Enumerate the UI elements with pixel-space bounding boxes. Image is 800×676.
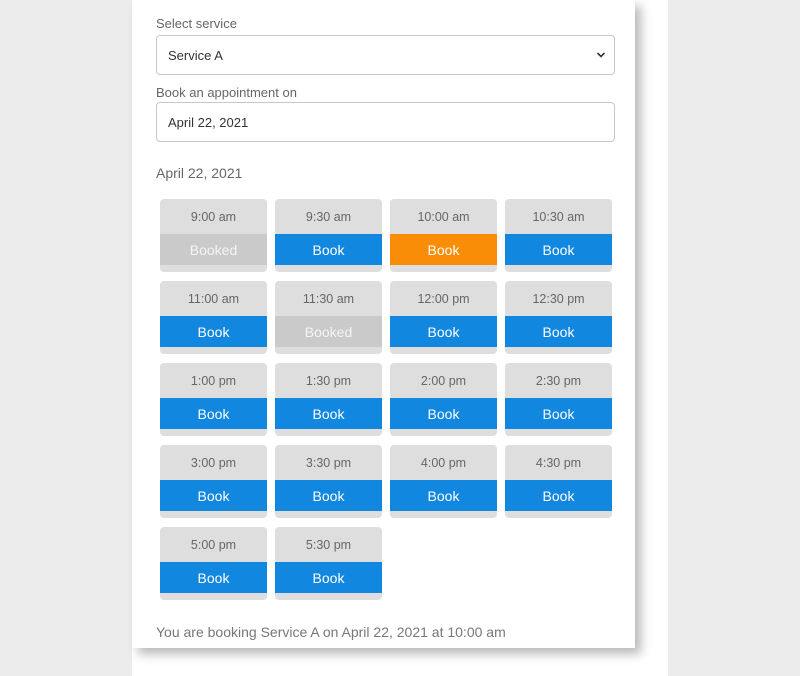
time-slot: 12:00 pm Book: [390, 281, 497, 354]
slot-time: 1:30 pm: [305, 373, 352, 388]
slot-time: 4:00 pm: [420, 455, 467, 470]
book-button[interactable]: Book: [275, 562, 382, 593]
date-label: Book an appointment on: [156, 85, 297, 100]
selected-date-heading: April 22, 2021: [156, 165, 243, 181]
slot-time: 10:30 am: [532, 209, 585, 224]
time-slot: 3:30 pm Book: [275, 445, 382, 518]
book-button[interactable]: Book: [505, 398, 612, 429]
slot-time: 11:30 am: [302, 291, 355, 306]
slot-time: 12:30 pm: [532, 291, 585, 306]
slot-time: 4:30 pm: [535, 455, 582, 470]
time-slot: 3:00 pm Book: [160, 445, 267, 518]
time-slot: 9:00 am Booked: [160, 199, 267, 272]
booking-card: Select service Service A Book an appoint…: [132, 0, 635, 648]
book-button[interactable]: Book: [275, 234, 382, 265]
time-slot: 2:30 pm Book: [505, 363, 612, 436]
time-slot: 1:30 pm Book: [275, 363, 382, 436]
book-button[interactable]: Book: [160, 562, 267, 593]
slot-time: 9:00 am: [190, 209, 237, 224]
slot-time: 5:00 pm: [190, 537, 237, 552]
slot-time: 10:00 am: [417, 209, 470, 224]
time-slot: 1:00 pm Book: [160, 363, 267, 436]
time-slot: 12:30 pm Book: [505, 281, 612, 354]
time-slot: 4:30 pm Book: [505, 445, 612, 518]
service-select-value: Service A: [168, 47, 223, 63]
time-slot: 9:30 am Book: [275, 199, 382, 272]
slot-time: 2:00 pm: [420, 373, 467, 388]
service-select[interactable]: Service A: [156, 35, 615, 75]
booked-slot-button: Booked: [160, 234, 267, 265]
time-slot: 10:00 am Book: [390, 199, 497, 272]
slot-time: 11:00 am: [187, 291, 240, 306]
time-slot: 11:30 am Booked: [275, 281, 382, 354]
slot-time: 3:00 pm: [190, 455, 237, 470]
book-button[interactable]: Book: [160, 480, 267, 511]
slot-time: 12:00 pm: [417, 291, 470, 306]
time-slot: 10:30 am Book: [505, 199, 612, 272]
date-input[interactable]: April 22, 2021: [156, 102, 615, 142]
book-button[interactable]: Book: [390, 316, 497, 347]
slot-time: 3:30 pm: [305, 455, 352, 470]
time-slot: 4:00 pm Book: [390, 445, 497, 518]
time-slot: 2:00 pm Book: [390, 363, 497, 436]
slot-time: 5:30 pm: [305, 537, 352, 552]
chevron-down-icon: [596, 52, 606, 58]
book-button[interactable]: Book: [505, 480, 612, 511]
slot-time: 1:00 pm: [190, 373, 237, 388]
book-button[interactable]: Book: [160, 398, 267, 429]
book-button[interactable]: Book: [505, 234, 612, 265]
book-button[interactable]: Book: [505, 316, 612, 347]
slot-time: 2:30 pm: [535, 373, 582, 388]
selected-book-button[interactable]: Book: [390, 234, 497, 265]
book-button[interactable]: Book: [390, 480, 497, 511]
booking-summary: You are booking Service A on April 22, 2…: [156, 624, 506, 640]
book-button[interactable]: Book: [275, 480, 382, 511]
time-slot: 5:00 pm Book: [160, 527, 267, 600]
book-button[interactable]: Book: [160, 316, 267, 347]
service-label: Select service: [156, 16, 237, 31]
date-input-value: April 22, 2021: [168, 114, 249, 130]
slot-time: 9:30 am: [305, 209, 352, 224]
booked-slot-button: Booked: [275, 316, 382, 347]
book-button[interactable]: Book: [275, 398, 382, 429]
time-slot: 11:00 am Book: [160, 281, 267, 354]
book-button[interactable]: Book: [390, 398, 497, 429]
time-slot: 5:30 pm Book: [275, 527, 382, 600]
